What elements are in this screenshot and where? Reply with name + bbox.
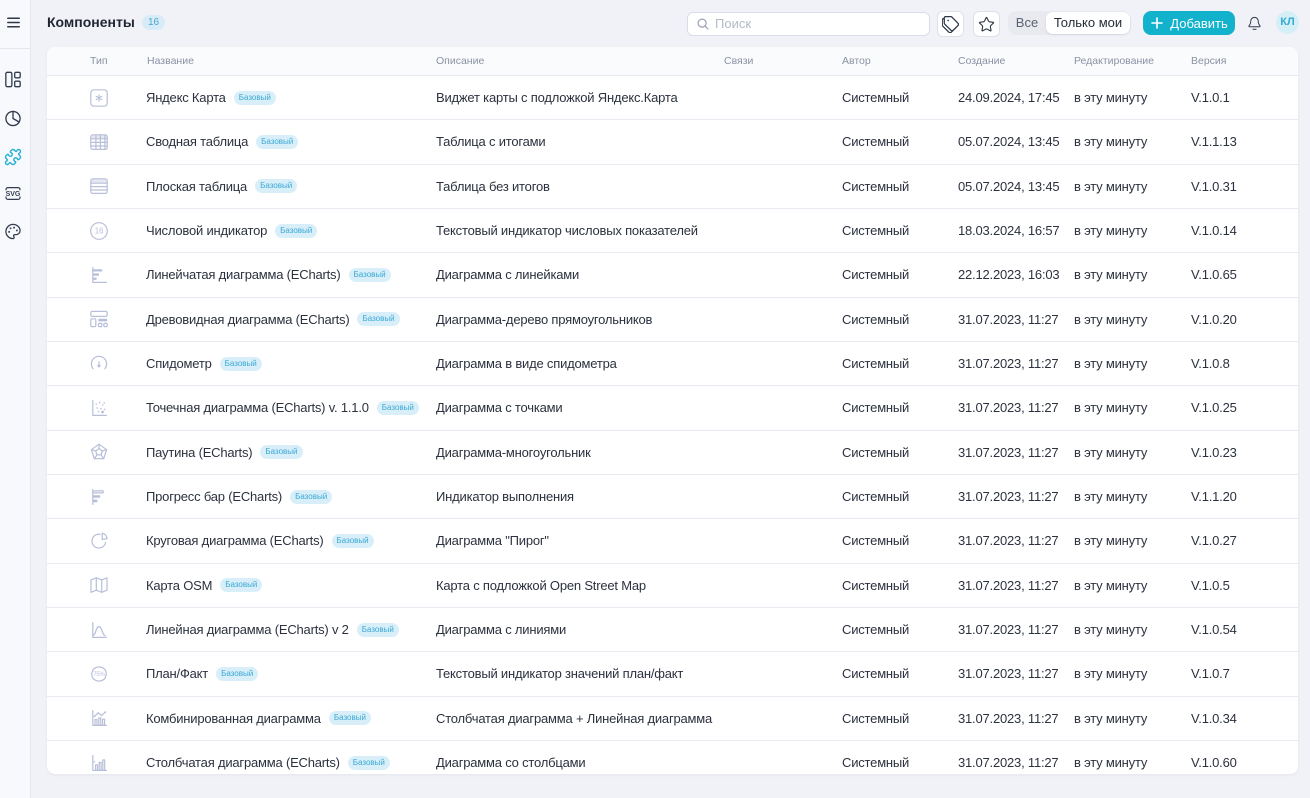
svg-text:16: 16 [95, 226, 104, 235]
svg-text:75%: 75% [93, 672, 105, 678]
svg-text:SVG: SVG [6, 191, 21, 198]
